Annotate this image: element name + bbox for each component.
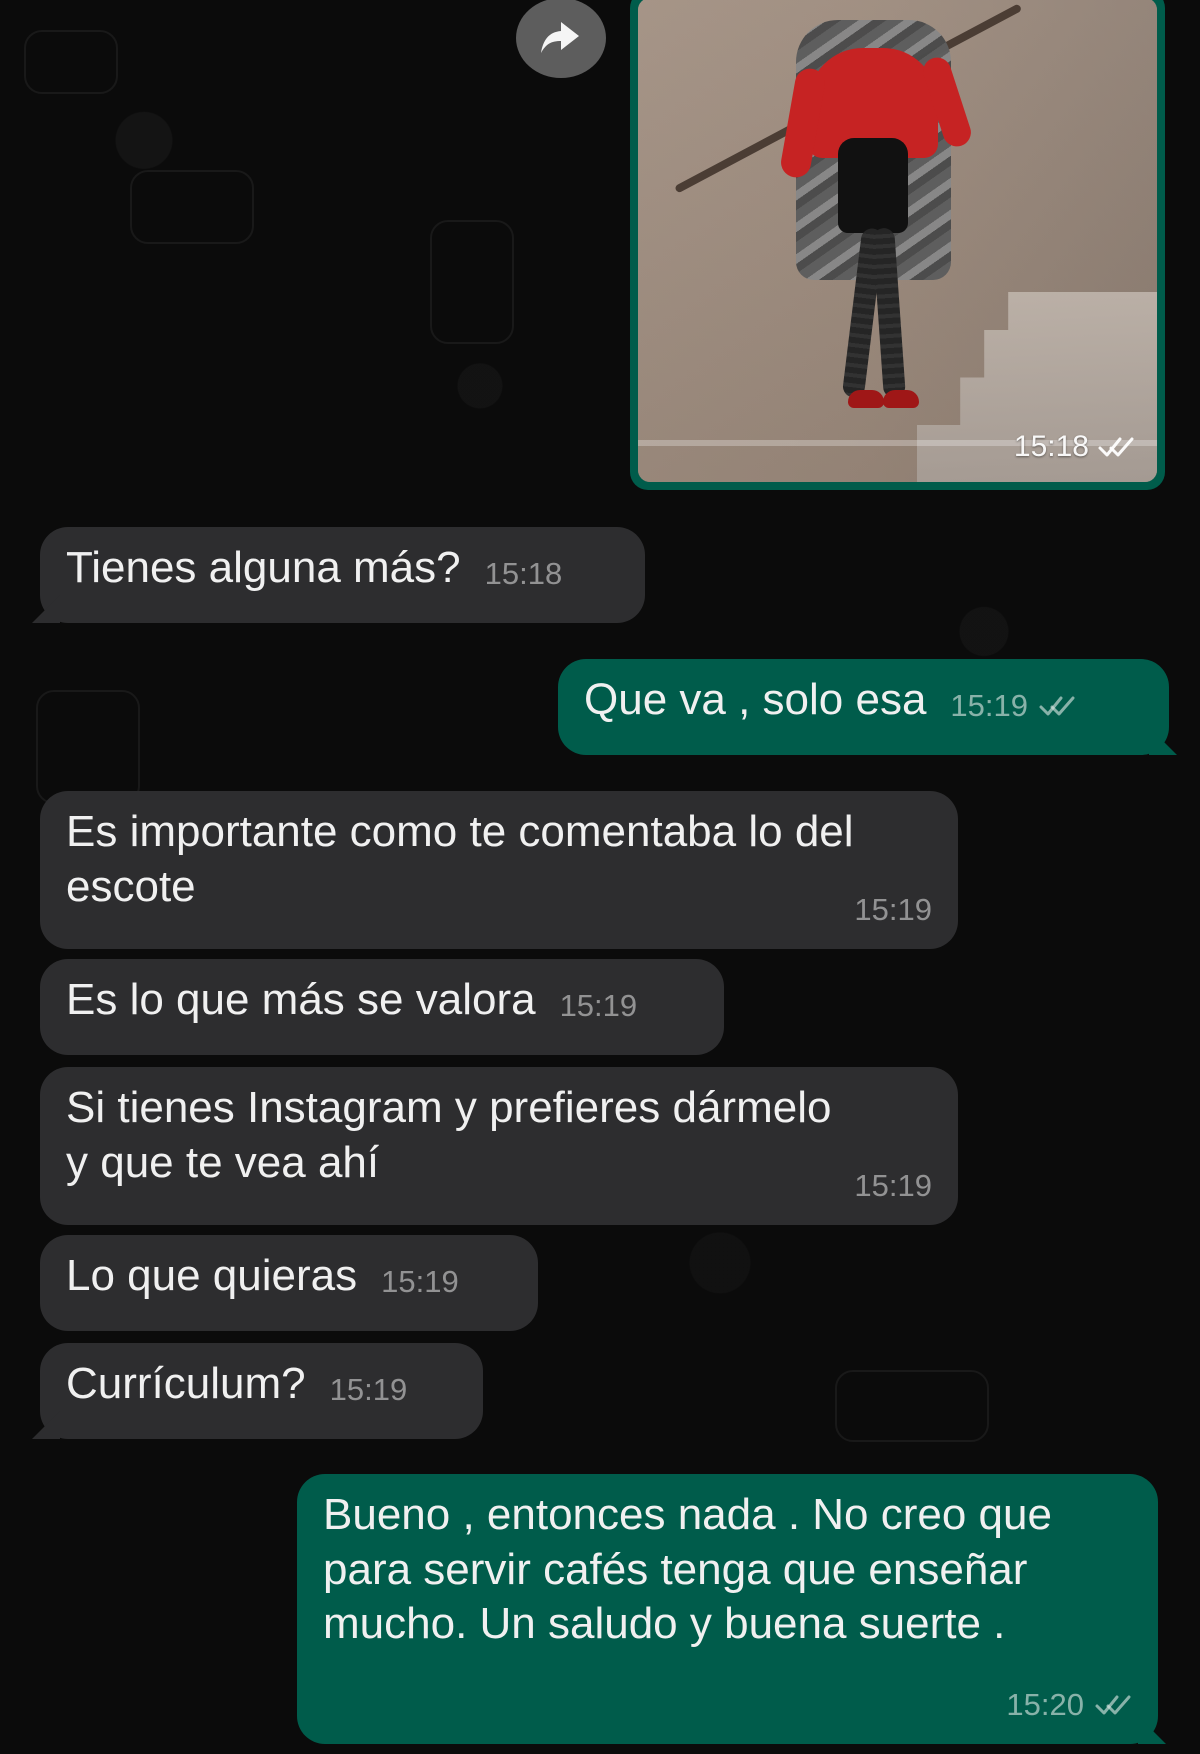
forward-button[interactable] [516, 0, 606, 78]
message-text: Bueno , entonces nada . No creo que para… [323, 1490, 1052, 1649]
message-text: Es lo que más se valora [66, 975, 536, 1024]
message-time: 15:19 [381, 1264, 459, 1300]
message-bubble-incoming[interactable]: Lo que quieras 15:19 [40, 1235, 538, 1331]
message-time: 15:19 [950, 688, 1028, 724]
background-doodle [36, 690, 140, 804]
background-doodle [430, 220, 514, 344]
forward-icon [541, 22, 579, 53]
message-meta: 15:19 [950, 687, 1076, 725]
message-text: Tienes alguna más? [66, 543, 461, 592]
double-check-icon [1098, 437, 1134, 457]
double-check-icon [1095, 1695, 1131, 1715]
background-doodle [835, 1370, 989, 1442]
image-message[interactable]: 15:18 [630, 0, 1165, 490]
background-doodle [130, 170, 254, 244]
message-time: 15:18 [484, 556, 563, 592]
image-message-meta: 15:18 [1014, 430, 1135, 464]
message-bubble-incoming[interactable]: Currículum? 15:19 [40, 1343, 483, 1439]
message-bubble-outgoing[interactable]: Que va , solo esa 15:19 [558, 659, 1169, 755]
double-check-icon [1039, 696, 1075, 716]
message-time: 15:19 [329, 1372, 408, 1408]
message-text: Lo que quieras [66, 1251, 358, 1300]
person-skirt-shape [838, 138, 908, 233]
message-bubble-outgoing[interactable]: Bueno , entonces nada . No creo que para… [297, 1474, 1158, 1744]
message-time: 15:19 [854, 891, 932, 927]
message-photo[interactable]: 15:18 [638, 0, 1157, 482]
message-text: Currículum? [66, 1359, 306, 1408]
image-message-time: 15:18 [1013, 430, 1089, 463]
message-time: 15:19 [559, 988, 638, 1024]
message-time: 15:20 [1006, 1686, 1084, 1722]
message-text: Que va , solo esa [584, 675, 927, 724]
person-shoe-shape [883, 390, 919, 408]
message-bubble-incoming[interactable]: Si tienes Instagram y prefieres dármelo … [40, 1067, 958, 1225]
message-bubble-incoming[interactable]: Tienes alguna más? 15:18 [40, 527, 645, 623]
background-doodle [24, 30, 118, 94]
message-meta: 15:20 [1006, 1686, 1132, 1724]
message-time: 15:19 [854, 1167, 932, 1203]
message-bubble-incoming[interactable]: Es importante como te comentaba lo del e… [40, 791, 958, 949]
message-text: Si tienes Instagram y prefieres dármelo … [66, 1083, 832, 1187]
message-bubble-incoming[interactable]: Es lo que más se valora 15:19 [40, 959, 724, 1055]
message-text: Es importante como te comentaba lo del e… [66, 807, 854, 911]
person-shoe-shape [848, 390, 884, 408]
